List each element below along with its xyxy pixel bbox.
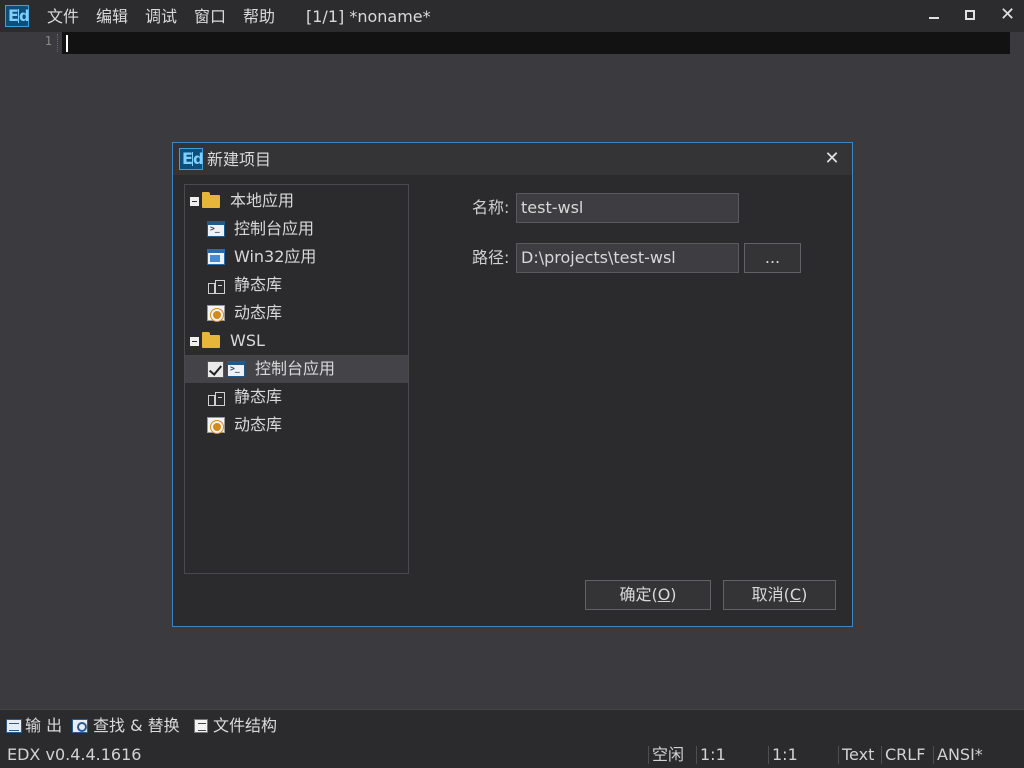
tree-item-label: 控制台应用 [255, 359, 336, 378]
document-mode[interactable]: Text [842, 744, 874, 766]
title-bar: d 文件 编辑 调试 窗口 帮助 [1/1] *noname* ✕ [0, 0, 1024, 32]
collapse-icon[interactable] [190, 197, 199, 206]
console-icon [207, 221, 225, 237]
name-label: 名称: [472, 198, 510, 217]
dialog-close-button[interactable]: ✕ [820, 147, 844, 171]
tab-find-replace-label: 查找 & 替换 [93, 716, 180, 735]
collapse-icon[interactable] [190, 337, 199, 346]
path-input[interactable]: D:\projects\test-wsl [516, 243, 739, 273]
dialog-title-bar[interactable]: d 新建项目 ✕ [173, 143, 852, 175]
tree-item-local-static-lib[interactable]: 静态库 [185, 271, 408, 299]
console-icon [227, 361, 245, 377]
tree-item-local-win32[interactable]: Win32应用 [185, 243, 408, 271]
minimize-button[interactable] [916, 0, 952, 32]
selection-position: 1:1 [772, 745, 798, 764]
folder-icon [202, 192, 220, 208]
cancel-button[interactable]: 取消(C) [723, 580, 836, 610]
menu-window[interactable]: 窗口 [194, 6, 226, 28]
tab-file-structure[interactable]: 文件结构 [194, 715, 286, 737]
menu-debug[interactable]: 调试 [145, 6, 177, 28]
output-icon [6, 719, 22, 733]
new-project-dialog: d 新建项目 ✕ 本地应用 控制台应用 Win32应用 静态库 动态库 WS [172, 142, 853, 627]
tree-item-label: 静态库 [234, 387, 283, 406]
tree-item-wsl-dynamic-lib[interactable]: 动态库 [185, 411, 408, 439]
close-button[interactable]: ✕ [988, 0, 1024, 32]
close-icon: ✕ [1000, 4, 1016, 25]
tree-item-label: 本地应用 [230, 191, 295, 210]
cursor-position: 1:1 [700, 745, 726, 764]
text-caret [66, 35, 68, 52]
current-line-highlight[interactable] [62, 32, 1010, 54]
dynamic-library-icon [207, 417, 225, 433]
tree-item-label: Win32应用 [234, 247, 317, 266]
tree-item-local-console[interactable]: 控制台应用 [185, 215, 408, 243]
tab-output-label: 输 出 [25, 716, 63, 735]
version-text: EDX v0.4.4.1616 [7, 745, 142, 764]
minimize-icon [929, 17, 939, 19]
status-divider [696, 746, 697, 764]
project-type-tree: 本地应用 控制台应用 Win32应用 静态库 动态库 WSL 控制台应用 [184, 184, 409, 574]
line-gutter: 1 [0, 32, 60, 54]
browse-button[interactable]: ... [744, 243, 801, 273]
checkmark-icon [207, 361, 224, 378]
encoding[interactable]: ANSI* [937, 744, 983, 766]
tree-item-label: 动态库 [234, 303, 283, 322]
window-app-icon [207, 249, 225, 265]
maximize-button[interactable] [952, 0, 988, 32]
line-number: 1 [44, 34, 52, 48]
tab-find-replace[interactable]: 查找 & 替换 [72, 715, 190, 737]
tree-item-label: WSL [230, 331, 265, 350]
status-divider [838, 746, 839, 764]
dialog-title: 新建项目 [207, 150, 272, 169]
tree-folder-local[interactable]: 本地应用 [185, 187, 408, 215]
tree-item-label: 控制台应用 [234, 219, 315, 238]
tree-item-label: 动态库 [234, 415, 283, 434]
static-library-icon [207, 277, 225, 294]
tree-item-local-dynamic-lib[interactable]: 动态库 [185, 299, 408, 327]
status-divider [768, 746, 769, 764]
search-icon [72, 719, 88, 733]
tab-file-structure-label: 文件结构 [213, 716, 278, 735]
status-state: 空闲 [652, 745, 685, 764]
status-divider [933, 746, 934, 764]
name-input[interactable]: test-wsl [516, 193, 739, 223]
line-ending[interactable]: CRLF [885, 744, 925, 766]
tree-folder-wsl[interactable]: WSL [185, 327, 408, 355]
tree-item-wsl-console[interactable]: 控制台应用 [185, 355, 408, 383]
status-divider [881, 746, 882, 764]
status-bar: EDX v0.4.4.1616 空闲 1:1 1:1 Text CRLF ANS… [0, 742, 1024, 768]
fold-margin [57, 34, 58, 52]
menu-help[interactable]: 帮助 [243, 6, 275, 28]
path-label: 路径: [472, 248, 510, 267]
app-logo-icon: d [5, 5, 30, 27]
document-title: [1/1] *noname* [306, 7, 431, 26]
status-divider [648, 746, 649, 764]
app-logo-icon: d [179, 148, 204, 170]
panel-tabs: 输 出 查找 & 替换 文件结构 [0, 709, 1024, 742]
folder-icon [202, 332, 220, 348]
file-structure-icon [194, 719, 208, 733]
ok-button[interactable]: 确定(O) [585, 580, 711, 610]
tab-output[interactable]: 输 出 [6, 715, 68, 737]
tree-item-wsl-static-lib[interactable]: 静态库 [185, 383, 408, 411]
dynamic-library-icon [207, 305, 225, 321]
maximize-icon [965, 10, 975, 20]
static-library-icon [207, 389, 225, 406]
menu-file[interactable]: 文件 [47, 6, 79, 28]
menu-edit[interactable]: 编辑 [96, 6, 128, 28]
tree-item-label: 静态库 [234, 275, 283, 294]
